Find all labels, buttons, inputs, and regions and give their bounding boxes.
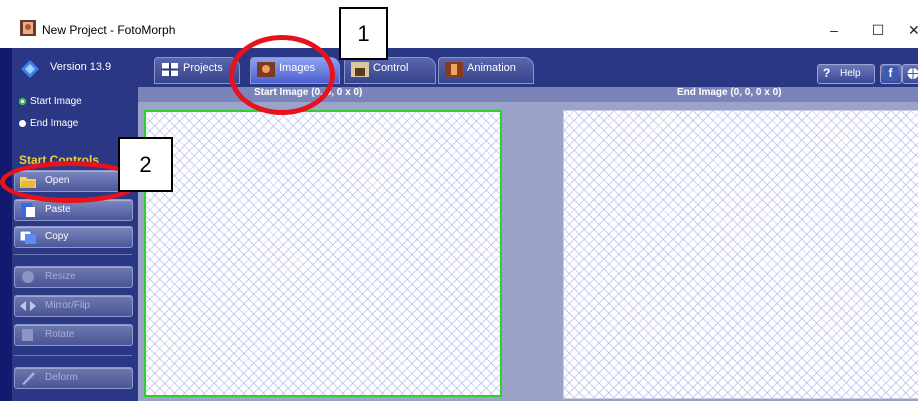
start-image-canvas[interactable]	[144, 110, 502, 397]
tab-projects[interactable]: Projects	[154, 57, 240, 84]
button-label: Mirror/Flip	[45, 300, 90, 311]
version-label: Version 13.9	[50, 61, 112, 73]
radio-label: Start Image	[30, 96, 82, 107]
rotate-button[interactable]: Rotate	[14, 324, 133, 346]
help-button[interactable]: ? Help	[817, 64, 875, 84]
divider	[14, 254, 132, 255]
button-label: Resize	[45, 271, 76, 282]
deform-icon	[22, 372, 35, 385]
divider	[14, 355, 132, 356]
tab-label: Animation	[467, 62, 516, 74]
app-icon	[20, 20, 36, 36]
tab-label: Control	[373, 62, 409, 74]
radio-label: End Image	[30, 118, 79, 129]
copy-icon	[19, 230, 36, 244]
highlight-circle-images-tab	[229, 35, 335, 115]
rotate-icon	[22, 329, 33, 341]
grid-icon	[162, 63, 178, 76]
radio-start-image[interactable]: Start Image	[19, 96, 82, 107]
window-title: New Project - FotoMorph	[42, 23, 176, 37]
facebook-button[interactable]: f	[880, 64, 902, 84]
left-edge-strip	[0, 48, 12, 401]
film-icon	[445, 62, 463, 77]
resize-button[interactable]: Resize	[14, 266, 133, 288]
tab-animation[interactable]: Animation	[438, 57, 534, 84]
deform-button[interactable]: Deform	[14, 367, 133, 389]
callout-number-2: 2	[118, 137, 173, 192]
radio-end-image[interactable]: End Image	[19, 118, 78, 129]
end-image-title: End Image (0, 0, 0 x 0)	[677, 87, 782, 98]
button-label: Copy	[45, 231, 69, 242]
minimize-button[interactable]: –	[824, 22, 844, 38]
fotomorph-logo-icon	[21, 60, 39, 78]
help-label: Help	[840, 68, 861, 79]
control-icon	[351, 62, 369, 77]
resize-icon	[22, 271, 34, 283]
globe-icon	[906, 67, 918, 80]
maximize-button[interactable]: ☐	[868, 22, 888, 39]
facebook-icon: f	[883, 66, 898, 81]
radio-selected-icon	[19, 98, 26, 105]
question-icon: ?	[823, 66, 831, 80]
globe-button[interactable]	[902, 64, 918, 84]
radio-unselected-icon	[19, 120, 26, 127]
callout-number-1: 1	[339, 7, 388, 60]
mirror-flip-button[interactable]: Mirror/Flip	[14, 295, 133, 317]
button-label: Rotate	[45, 329, 75, 340]
paste-icon	[21, 203, 35, 217]
tab-control[interactable]: Control	[344, 57, 436, 84]
button-label: Deform	[45, 372, 78, 383]
button-label: Paste	[45, 204, 71, 215]
mirror-flip-icon	[20, 301, 36, 311]
tab-label: Projects	[183, 62, 223, 74]
close-button[interactable]: ✕	[908, 22, 918, 39]
copy-button[interactable]: Copy	[14, 226, 133, 248]
end-image-canvas[interactable]	[563, 110, 918, 399]
